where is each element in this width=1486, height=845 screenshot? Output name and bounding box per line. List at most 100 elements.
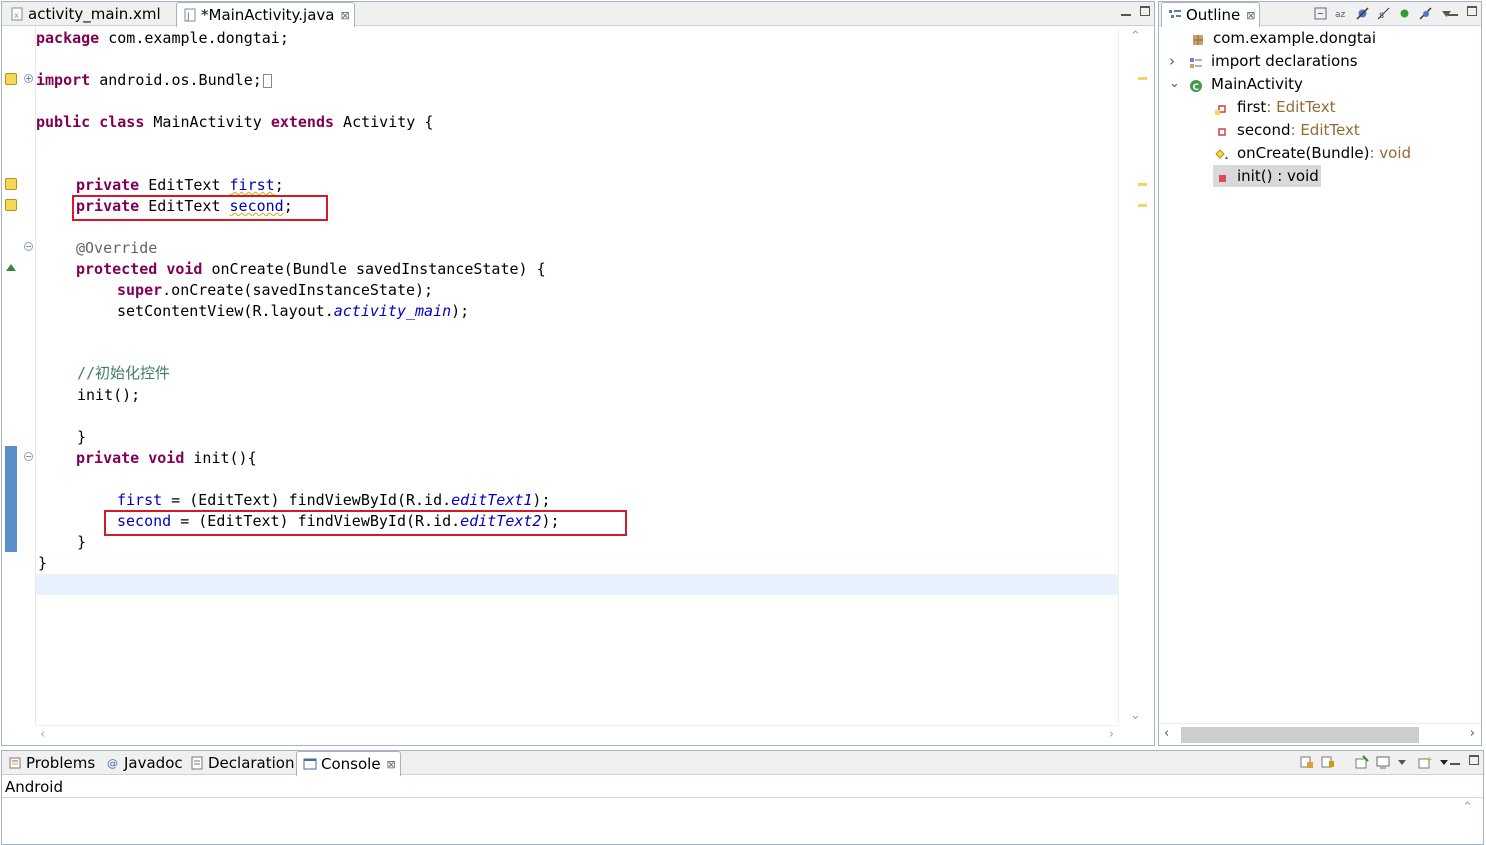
code-line: @Override: [76, 239, 158, 257]
outline-tree[interactable]: com.example.dongtai › import declaration…: [1159, 26, 1481, 721]
tab-problems[interactable]: Problems: [2, 751, 99, 775]
collapse-fold-icon[interactable]: −: [24, 452, 33, 461]
overview-warning-marker[interactable]: [1138, 77, 1147, 80]
clear-console-icon[interactable]: [1300, 755, 1314, 769]
outline-window-controls: [1448, 6, 1477, 16]
outline-horizontal-scrollbar[interactable]: ‹ ›: [1159, 723, 1481, 745]
pin-console-icon[interactable]: [1355, 755, 1369, 769]
svg-text:C: C: [1193, 83, 1200, 93]
svg-text:az: az: [1335, 10, 1346, 20]
tab-javadoc[interactable]: @ Javadoc: [100, 751, 187, 775]
highlight-box-assign-second: [104, 510, 627, 536]
overview-warning-marker[interactable]: [1138, 204, 1147, 207]
change-ruler-bar: [5, 446, 17, 552]
svg-text:@: @: [107, 757, 118, 770]
scrollbar-thumb[interactable]: [1181, 727, 1419, 743]
class-icon: C: [1189, 77, 1203, 93]
minimize-icon[interactable]: [1121, 6, 1131, 16]
collapse-all-icon[interactable]: [1314, 6, 1327, 20]
editor-horizontal-scrollbar[interactable]: ‹ ›: [36, 725, 1118, 745]
imports-icon: [1189, 54, 1203, 68]
code-line: }: [38, 554, 48, 572]
override-marker-icon: [6, 264, 16, 271]
warning-icon[interactable]: [5, 178, 17, 190]
minimize-icon[interactable]: [1448, 6, 1458, 16]
outline-item-method-oncreate[interactable]: onCreate(Bundle) : void: [1215, 142, 1411, 164]
scroll-right-icon[interactable]: ›: [1470, 726, 1475, 741]
outline-item-imports[interactable]: › import declarations: [1169, 50, 1358, 72]
close-icon[interactable]: ⊠: [1246, 9, 1255, 22]
editor-gutter[interactable]: + − −: [2, 26, 36, 725]
maximize-icon[interactable]: [1140, 6, 1150, 16]
private-field-icon: [1215, 100, 1229, 115]
open-console-icon[interactable]: +: [1418, 755, 1433, 769]
tab-mainactivity-java[interactable]: J *MainActivity.java ⊠: [176, 2, 355, 27]
minimize-icon[interactable]: [1450, 755, 1460, 765]
code-line: init();: [77, 386, 141, 404]
tab-label: Outline: [1186, 6, 1241, 24]
scroll-lock-icon[interactable]: [1321, 755, 1335, 769]
editor-tab-bar: x activity_main.xml J *MainActivity.java…: [2, 2, 1154, 27]
overview-warning-marker[interactable]: [1138, 183, 1147, 186]
console-tab-bar: Problems @ Javadoc Declaration Console ⊠…: [2, 751, 1483, 776]
maximize-icon[interactable]: [1467, 6, 1477, 16]
code-line: package com.example.dongtai;: [36, 29, 289, 47]
code-area[interactable]: package com.example.dongtai; import andr…: [36, 26, 1118, 725]
editor-pane: x activity_main.xml J *MainActivity.java…: [1, 1, 1155, 746]
problems-icon: [8, 756, 22, 770]
maximize-icon[interactable]: [1469, 755, 1479, 765]
scroll-right-icon[interactable]: ›: [1109, 727, 1114, 742]
scroll-up-icon[interactable]: ⌃: [1130, 29, 1141, 44]
java-file-icon: J: [183, 8, 197, 22]
display-console-icon[interactable]: [1376, 755, 1390, 769]
warning-icon[interactable]: [5, 73, 17, 85]
editor-vertical-scrollbar[interactable]: ⌃ ⌄: [1118, 26, 1154, 725]
tab-outline[interactable]: Outline ⊠: [1161, 2, 1261, 27]
dropdown-icon[interactable]: [1397, 755, 1411, 769]
expand-icon[interactable]: ›: [1169, 50, 1183, 72]
expand-fold-icon[interactable]: +: [24, 74, 33, 83]
outline-item-package[interactable]: com.example.dongtai: [1191, 27, 1376, 49]
outline-item-method-init[interactable]: init() : void: [1213, 165, 1321, 187]
code-line: public class MainActivity extends Activi…: [36, 113, 434, 131]
outline-item-field-second[interactable]: second : EditText: [1215, 119, 1360, 141]
scroll-up-icon[interactable]: ⌃: [1462, 800, 1473, 815]
code-line: protected void onCreate(Bundle savedInst…: [76, 260, 546, 278]
code-line: first = (EditText) findViewById(R.id.edi…: [117, 491, 551, 509]
code-line: setContentView(R.layout.activity_main);: [117, 302, 470, 320]
outline-item-field-first[interactable]: first : EditText: [1215, 96, 1336, 118]
tab-activity-main-xml[interactable]: x activity_main.xml: [4, 2, 165, 26]
close-icon[interactable]: ⊠: [340, 9, 349, 22]
scroll-left-icon[interactable]: ‹: [1164, 726, 1169, 741]
collapse-fold-icon[interactable]: −: [24, 242, 33, 251]
close-icon[interactable]: ⊠: [387, 758, 396, 771]
console-output[interactable]: ⌃: [2, 797, 1483, 844]
console-window-controls: [1450, 755, 1479, 765]
tab-declaration[interactable]: Declaration: [184, 751, 298, 775]
package-icon: [1191, 31, 1205, 45]
code-line: }: [77, 428, 87, 446]
warning-icon[interactable]: [5, 199, 17, 211]
editor-window-controls: [1121, 6, 1150, 16]
outline-item-class[interactable]: ⌄ C MainActivity: [1169, 73, 1303, 95]
code-line: //初始化控件: [77, 364, 171, 382]
hide-local-types-icon[interactable]: [1419, 6, 1432, 20]
code-line: private EditText first;: [76, 176, 284, 194]
hide-fields-icon[interactable]: [1356, 6, 1369, 20]
hide-non-public-icon[interactable]: [1398, 6, 1411, 19]
outline-toolbar: az s: [1314, 6, 1453, 21]
sort-icon[interactable]: az: [1335, 6, 1348, 20]
scroll-left-icon[interactable]: ‹: [40, 727, 45, 742]
tab-console[interactable]: Console ⊠: [296, 751, 401, 776]
scroll-down-icon[interactable]: ⌄: [1130, 708, 1141, 723]
svg-text:x: x: [14, 11, 19, 20]
editor-body[interactable]: + − − package com.example.dongtai; impor…: [2, 26, 1154, 745]
collapse-icon[interactable]: ⌄: [1169, 73, 1183, 95]
protected-method-icon: [1215, 146, 1229, 160]
console-toolbar: +: [1300, 755, 1453, 769]
hide-static-icon[interactable]: s: [1377, 6, 1390, 21]
declaration-icon: [190, 756, 204, 770]
outline-icon: [1168, 8, 1182, 22]
code-line: private void init(){: [76, 449, 257, 467]
svg-text:+: +: [1426, 755, 1432, 764]
